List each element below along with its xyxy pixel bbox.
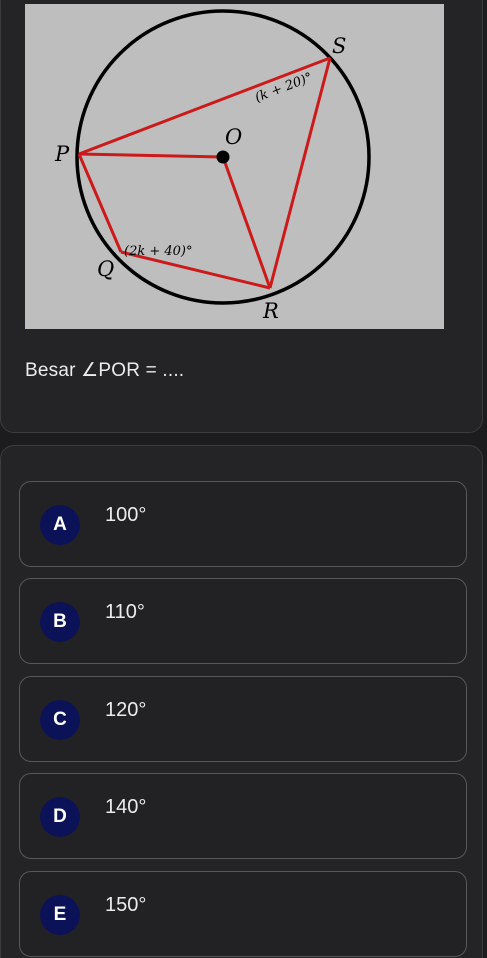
option-letter-badge: D — [40, 797, 80, 837]
option-e[interactable]: E 150° — [19, 871, 467, 957]
option-letter-badge: B — [40, 602, 80, 642]
question-card: P Q R S O (k + 20)° (2k + 40)° Besar ∠PO… — [0, 0, 483, 433]
question-text: Besar ∠POR = .... — [25, 360, 185, 381]
option-letter-badge: C — [40, 700, 80, 740]
option-value: 120° — [105, 699, 147, 721]
option-letter-badge: E — [40, 895, 80, 935]
label-R: R — [262, 299, 279, 323]
option-value: 110° — [105, 601, 145, 623]
quiz-page: P Q R S O (k + 20)° (2k + 40)° Besar ∠PO… — [0, 0, 487, 958]
chord-PS — [78, 56, 331, 156]
angle-label-Q: (2k + 40)° — [124, 244, 193, 259]
option-value: 140° — [105, 796, 147, 818]
radius-OR — [221, 156, 272, 289]
option-value: 150° — [105, 894, 147, 916]
label-Q: Q — [97, 257, 114, 281]
option-b[interactable]: B 110° — [19, 578, 467, 664]
option-letter-badge: A — [40, 505, 80, 545]
circle-geometry-figure: P Q R S O (k + 20)° (2k + 40)° — [25, 4, 444, 329]
label-P: P — [54, 142, 70, 166]
label-O: O — [225, 125, 242, 149]
label-S: S — [332, 34, 346, 58]
options-card: A 100° B 110° C 120° D 140° E 150° — [0, 445, 483, 958]
option-c[interactable]: C 120° — [19, 676, 467, 762]
radius-OP — [78, 152, 224, 159]
circle-diagram: P Q R S O (k + 20)° (2k + 40)° — [54, 9, 371, 323]
option-a[interactable]: A 100° — [19, 481, 467, 567]
option-d[interactable]: D 140° — [19, 773, 467, 859]
center-point-O — [216, 150, 230, 164]
option-value: 100° — [105, 504, 147, 526]
